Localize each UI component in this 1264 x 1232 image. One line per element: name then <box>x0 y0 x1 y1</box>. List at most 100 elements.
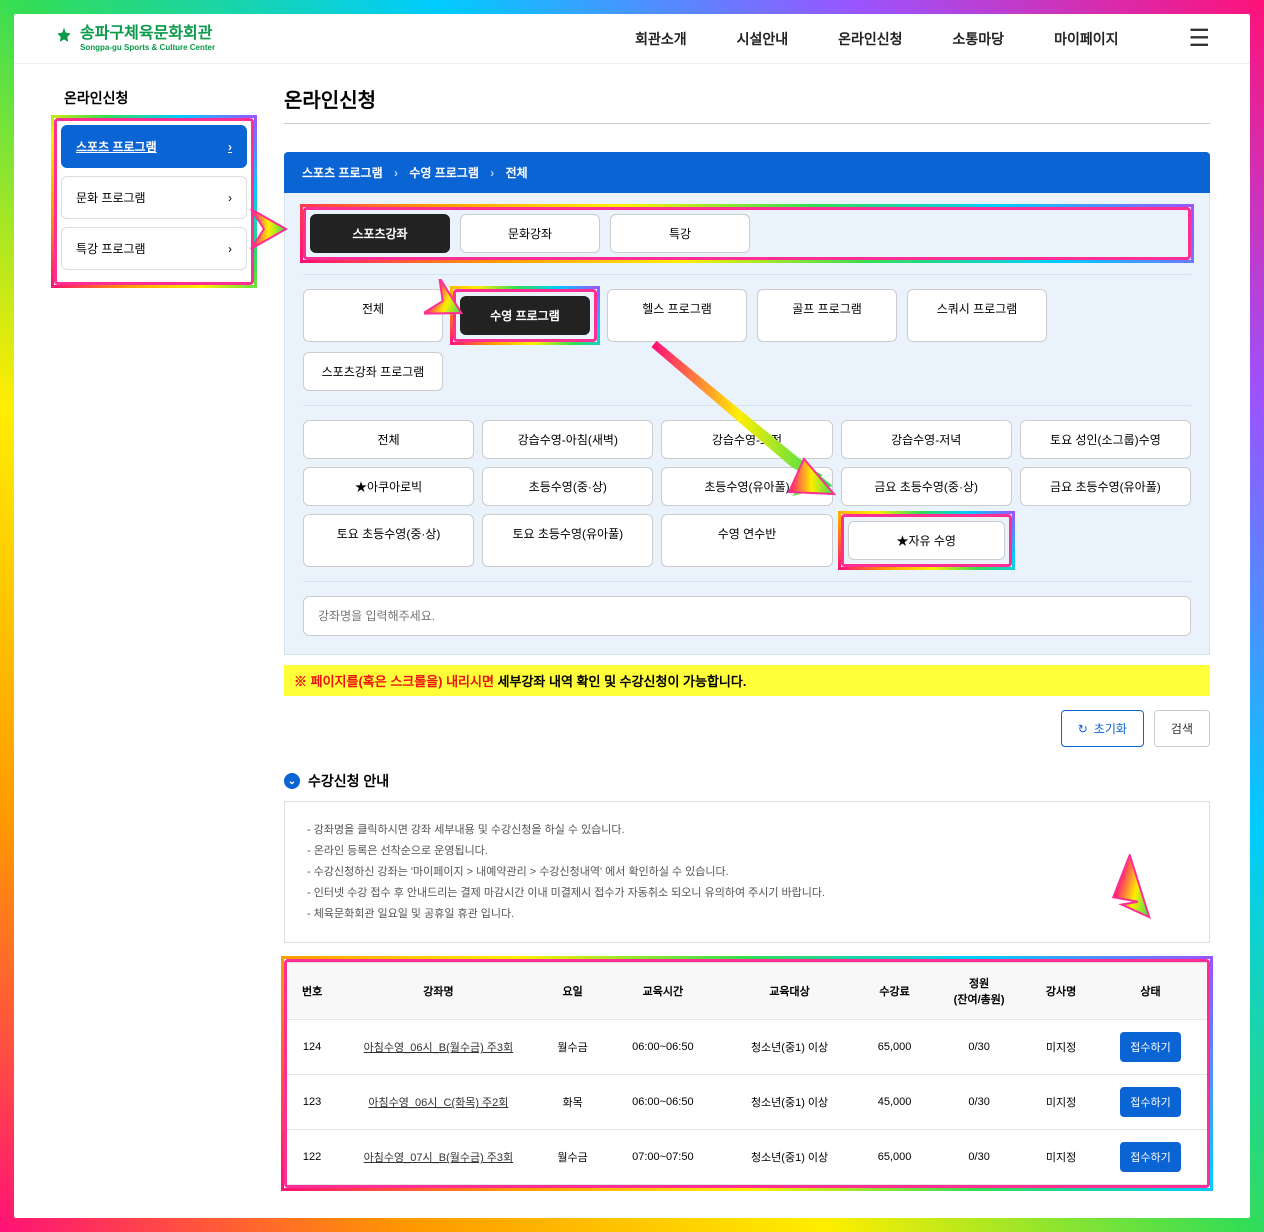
program-tab-highlight: 수영 프로그램 <box>453 289 597 342</box>
cell-teacher: 미지정 <box>1028 1130 1094 1185</box>
type-tab-sports[interactable]: 스포츠강좌 <box>310 214 450 253</box>
th-status: 상태 <box>1094 963 1207 1020</box>
cell-target: 청소년(중1) 이상 <box>720 1130 859 1185</box>
section-title: ⌄ 수강신청 안내 <box>284 771 1210 791</box>
filter-item[interactable]: 초등수영(중·상) <box>482 467 653 506</box>
chevron-right-icon: › <box>490 166 494 180</box>
type-tabs-highlight: 스포츠강좌 문화강좌 특강 <box>303 207 1191 260</box>
chevron-right-icon: › <box>228 191 232 205</box>
type-tab-special[interactable]: 특강 <box>610 214 750 253</box>
chevron-right-icon: › <box>228 140 232 154</box>
notice-prefix: ※ 페이지를(혹은 스크롤을) <box>294 674 446 689</box>
cell-cap: 0/30 <box>930 1020 1028 1075</box>
program-tab-health[interactable]: 헬스 프로그램 <box>607 289 747 342</box>
search-button[interactable]: 검색 <box>1154 710 1210 747</box>
filter-item[interactable]: 금요 초등수영(중·상) <box>841 467 1012 506</box>
th-target: 교육대상 <box>720 963 859 1020</box>
cell-name: 아침수영_06시_B(월수금) 주3회 <box>337 1020 539 1075</box>
filter-item[interactable]: 토요 초등수영(중·상) <box>303 514 474 567</box>
cell-no: 122 <box>287 1130 337 1185</box>
notice-suffix: 세부강좌 내역 확인 및 수강신청이 가능합니다. <box>494 674 747 689</box>
sidebar: 온라인신청 스포츠 프로그램 › 문화 프로그램 › 특강 프로그램 › <box>54 84 254 285</box>
program-tab-golf[interactable]: 골프 프로그램 <box>757 289 897 342</box>
info-line: - 체육문화회관 일요일 및 공휴일 휴관 입니다. <box>307 904 1187 925</box>
filter-item[interactable]: 토요 초등수영(유아풀) <box>482 514 653 567</box>
cell-status: 접수하기 <box>1094 1020 1207 1075</box>
cell-teacher: 미지정 <box>1028 1075 1094 1130</box>
cell-time: 06:00~06:50 <box>606 1075 720 1130</box>
apply-button[interactable]: 접수하기 <box>1120 1032 1180 1062</box>
nav-apply[interactable]: 온라인신청 <box>838 29 902 49</box>
th-time: 교육시간 <box>606 963 720 1020</box>
chevron-down-icon: ⌄ <box>284 773 300 789</box>
sidebar-item-sports[interactable]: 스포츠 프로그램 › <box>61 125 247 168</box>
reset-button[interactable]: ↻ 초기화 <box>1061 710 1144 747</box>
filter-item-free-swim[interactable]: ★자유 수영 <box>848 521 1005 560</box>
program-tab-all[interactable]: 전체 <box>303 289 443 342</box>
cell-status: 접수하기 <box>1094 1075 1207 1130</box>
th-name: 강좌명 <box>337 963 539 1020</box>
program-tab-swim[interactable]: 수영 프로그램 <box>460 296 590 335</box>
sidebar-item-label: 문화 프로그램 <box>76 189 146 206</box>
th-fee: 수강료 <box>859 963 930 1020</box>
breadcrumb: 스포츠 프로그램 › 수영 프로그램 › 전체 <box>284 152 1210 193</box>
filter-panel: 스포츠강좌 문화강좌 특강 전체 수영 프로그램 헬스 프로그램 골프 프로그램… <box>284 193 1210 655</box>
filter-item[interactable]: 강습수영-오전 <box>661 420 832 459</box>
main-content: 온라인신청 스포츠 프로그램 › 수영 프로그램 › 전체 스포츠강좌 문화강좌… <box>284 84 1210 1188</box>
sidebar-item-label: 스포츠 프로그램 <box>76 138 157 155</box>
cell-days: 월수금 <box>540 1020 606 1075</box>
table-row: 122아침수영_07시_B(월수금) 주3회월수금07:00~07:50청소년(… <box>287 1130 1207 1185</box>
search-label: 검색 <box>1171 720 1193 737</box>
th-cap: 정원 (잔여/총원) <box>930 963 1028 1020</box>
reset-label: 초기화 <box>1094 720 1127 737</box>
nav-mypage[interactable]: 마이페이지 <box>1054 29 1118 49</box>
cell-fee: 65,000 <box>859 1130 930 1185</box>
nav-facility[interactable]: 시설안내 <box>737 29 789 49</box>
sidebar-item-culture[interactable]: 문화 프로그램 › <box>61 176 247 219</box>
cell-status: 접수하기 <box>1094 1130 1207 1185</box>
table-highlight: 번호 강좌명 요일 교육시간 교육대상 수강료 정원 (잔여/총원) 강사명 상… <box>284 959 1210 1188</box>
crumb-2: 수영 프로그램 <box>409 166 479 180</box>
crumb-3: 전체 <box>506 166 528 180</box>
filter-item[interactable]: 강습수영-저녁 <box>841 420 1012 459</box>
cell-no: 123 <box>287 1075 337 1130</box>
course-table: 번호 강좌명 요일 교육시간 교육대상 수강료 정원 (잔여/총원) 강사명 상… <box>287 962 1207 1185</box>
section-title-text: 수강신청 안내 <box>308 771 389 791</box>
cell-name: 아침수영_06시_C(화목) 주2회 <box>337 1075 539 1130</box>
filter-item[interactable]: 전체 <box>303 420 474 459</box>
filter-item[interactable]: ★아쿠아로빅 <box>303 467 474 506</box>
course-link[interactable]: 아침수영_06시_B(월수금) 주3회 <box>364 1042 514 1054</box>
th-no: 번호 <box>287 963 337 1020</box>
logo-subtitle: Songpa-gu Sports & Culture Center <box>80 43 215 52</box>
notice-bar: ※ 페이지를(혹은 스크롤을) 내리시면 세부강좌 내역 확인 및 수강신청이 … <box>284 665 1210 696</box>
cell-target: 청소년(중1) 이상 <box>720 1020 859 1075</box>
filter-item[interactable]: 금요 초등수영(유아풀) <box>1020 467 1191 506</box>
header: 송파구체육문화회관 Songpa-gu Sports & Culture Cen… <box>14 14 1250 64</box>
chevron-right-icon: › <box>394 166 398 180</box>
info-line: - 온라인 등록은 선착순으로 운영됩니다. <box>307 841 1187 862</box>
sidebar-item-special[interactable]: 특강 프로그램 › <box>61 227 247 270</box>
search-input[interactable] <box>303 596 1191 636</box>
nav-intro[interactable]: 회관소개 <box>635 29 687 49</box>
program-tab-sportsclass[interactable]: 스포츠강좌 프로그램 <box>303 352 443 391</box>
logo[interactable]: 송파구체육문화회관 Songpa-gu Sports & Culture Cen… <box>54 25 215 52</box>
course-link[interactable]: 아침수영_06시_C(화목) 주2회 <box>368 1097 508 1109</box>
info-box: - 강좌명을 클릭하시면 강좌 세부내용 및 수강신청을 하실 수 있습니다. … <box>284 801 1210 943</box>
filter-item[interactable]: 초등수영(유아풀) <box>661 467 832 506</box>
program-tab-squash[interactable]: 스쿼시 프로그램 <box>907 289 1047 342</box>
type-tab-culture[interactable]: 문화강좌 <box>460 214 600 253</box>
filter-free-swim-highlight: ★자유 수영 <box>841 514 1012 567</box>
crumb-1: 스포츠 프로그램 <box>302 166 383 180</box>
table-row: 123아침수영_06시_C(화목) 주2회화목06:00~06:50청소년(중1… <box>287 1075 1207 1130</box>
filter-item[interactable]: 수영 연수반 <box>661 514 832 567</box>
cell-no: 124 <box>287 1020 337 1075</box>
filter-item[interactable]: 강습수영-아침(새벽) <box>482 420 653 459</box>
nav-community[interactable]: 소통마당 <box>953 29 1005 49</box>
course-link[interactable]: 아침수영_07시_B(월수금) 주3회 <box>364 1152 514 1164</box>
search-wrap <box>303 582 1191 636</box>
apply-button[interactable]: 접수하기 <box>1120 1142 1180 1172</box>
filter-item[interactable]: 토요 성인(소그룹)수영 <box>1020 420 1191 459</box>
sidebar-highlight: 스포츠 프로그램 › 문화 프로그램 › 특강 프로그램 › <box>54 118 254 285</box>
menu-icon[interactable]: ☰ <box>1188 24 1210 53</box>
apply-button[interactable]: 접수하기 <box>1120 1087 1180 1117</box>
